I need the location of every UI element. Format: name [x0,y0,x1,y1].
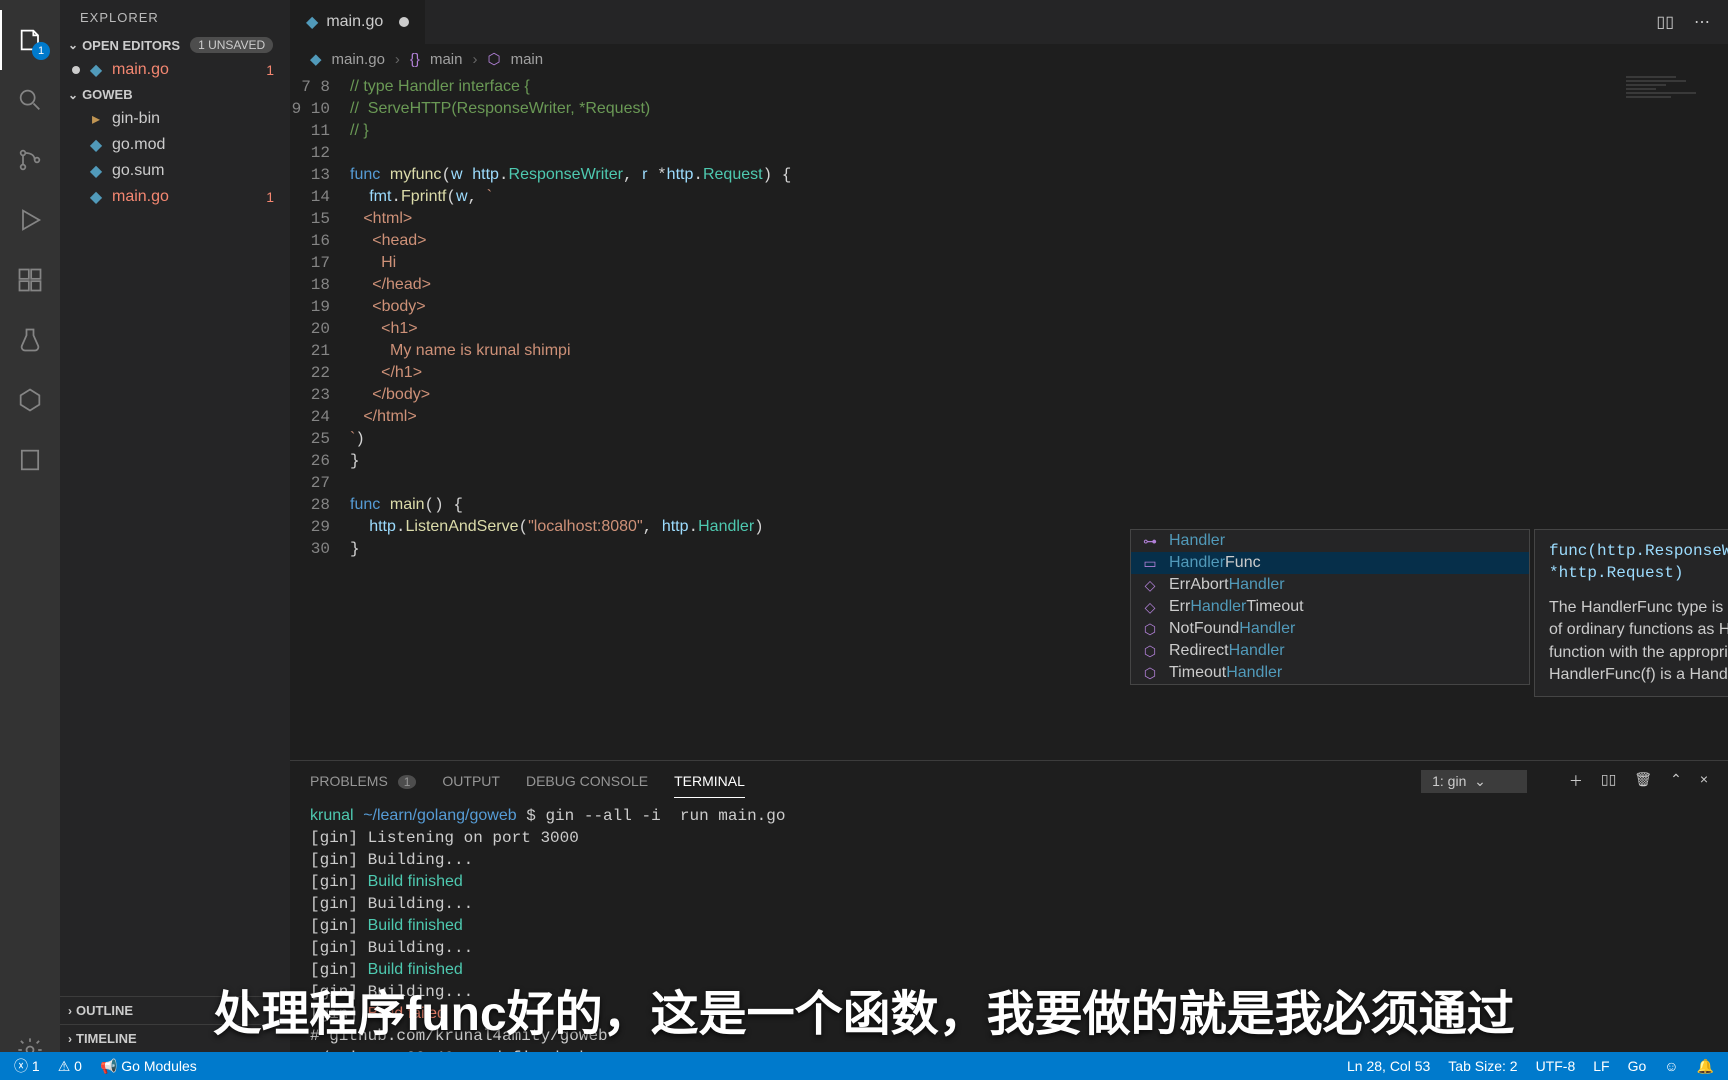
tab-terminal[interactable]: TERMINAL [674,765,745,798]
code-editor[interactable]: 7 8 9 10 11 12 13 14 15 16 17 18 19 20 2… [290,74,1728,760]
panel-tabs: PROBLEMS 1 OUTPUT DEBUG CONSOLE TERMINAL… [290,761,1728,801]
bookmark-icon[interactable] [0,430,60,490]
feedback-icon[interactable]: ☺ [1664,1058,1678,1074]
open-editor-item[interactable]: ◆main.go1 [60,57,290,83]
activity-bar: 1 [0,0,60,1080]
maximize-panel-icon[interactable]: ⌃ [1670,771,1682,791]
new-terminal-icon[interactable]: ＋ [1569,771,1583,791]
intellisense-popup[interactable]: ⊶Handler▭HandlerFunc◇ErrAbortHandler◇Err… [1130,529,1530,685]
suggestion-item[interactable]: ◇ErrAbortHandler [1131,574,1529,596]
language-status[interactable]: Go [1628,1058,1647,1074]
encoding-status[interactable]: UTF-8 [1536,1058,1576,1074]
source-control-icon[interactable] [0,130,60,190]
unsaved-badge: 1 UNSAVED [190,37,273,53]
chevron-down-icon: ⌄ [68,38,78,52]
chevron-right-icon: › [472,51,477,68]
tab-label: main.go [326,13,383,31]
tab-output[interactable]: OUTPUT [442,765,500,797]
go-file-icon: ◆ [310,50,322,68]
error-badge: 1 [266,62,282,78]
chevron-down-icon: ⌄ [68,88,78,102]
suggestion-item[interactable]: ⬡NotFoundHandler [1131,618,1529,640]
tab-debug-console[interactable]: DEBUG CONSOLE [526,765,648,797]
search-icon[interactable] [0,70,60,130]
tab-main-go[interactable]: ◆ main.go [290,0,425,44]
error-badge: 1 [266,189,282,205]
suggestion-item[interactable]: ▭HandlerFunc [1131,552,1529,574]
go-icon: ◆ [88,161,104,181]
go-file-icon: ◆ [88,60,104,80]
doc-signature: func(http.ResponseWriter, *http.Request) [1549,540,1728,585]
chevron-right-icon: › [68,1032,72,1046]
explorer-icon[interactable]: 1 [0,10,60,70]
file-tree-item[interactable]: ◆main.go1 [60,184,290,210]
editor-tabs: ◆ main.go ▯▯ ⋯ [290,0,1728,44]
open-editors-header[interactable]: ⌄ OPEN EDITORS 1 UNSAVED [60,33,290,57]
remote-icon[interactable] [0,370,60,430]
braces-icon: {} [410,51,420,68]
notifications-icon[interactable]: 🔔 [1697,1058,1714,1075]
symbol-icon: ⊶ [1141,533,1159,550]
suggestion-item[interactable]: ⊶Handler [1131,530,1529,552]
suggestion-item[interactable]: ⬡TimeoutHandler [1131,662,1529,684]
doc-body: The HandlerFunc type is an adapter to al… [1549,597,1728,687]
problems-count: 1 [398,775,417,789]
symbol-icon: ⬡ [1141,665,1159,682]
suggestion-item[interactable]: ◇ErrHandlerTimeout [1131,596,1529,618]
tab-problems[interactable]: PROBLEMS 1 [310,765,416,797]
indent-status[interactable]: Tab Size: 2 [1448,1058,1517,1074]
breadcrumbs[interactable]: ◆ main.go › {} main › ⬡ main [290,44,1728,74]
terminal-selector[interactable]: 1: gin ⌄ [1421,770,1527,793]
symbol-icon: ⬡ [1141,621,1159,638]
close-panel-icon[interactable]: × [1700,771,1708,791]
status-bar: ⓧ 1 ⚠ 0 📢 Go Modules Ln 28, Col 53 Tab S… [0,1052,1728,1080]
symbol-icon: ▭ [1141,555,1159,572]
extensions-icon[interactable] [0,250,60,310]
explorer-sidebar: EXPLORER ⌄ OPEN EDITORS 1 UNSAVED ◆main.… [60,0,290,1080]
symbol-icon: ⬡ [1141,643,1159,660]
symbol-icon: ◇ [1141,577,1159,594]
function-icon: ⬡ [487,50,500,68]
chevron-right-icon: › [395,51,400,68]
file-tree-item[interactable]: ◆go.mod [60,132,290,158]
file-tree-item[interactable]: ◆go.sum [60,158,290,184]
testing-icon[interactable] [0,310,60,370]
go-icon: ◆ [88,135,104,155]
split-editor-icon[interactable]: ▯▯ [1656,12,1674,32]
more-actions-icon[interactable]: ⋯ [1694,12,1710,32]
documentation-popup: × func(http.ResponseWriter, *http.Reques… [1534,529,1728,697]
kill-terminal-icon[interactable]: 🗑 [1634,771,1652,791]
suggestion-item[interactable]: ⬡RedirectHandler [1131,640,1529,662]
eol-status[interactable]: LF [1593,1058,1609,1074]
modified-dot-icon [72,66,80,74]
symbol-icon: ◇ [1141,599,1159,616]
warning-count[interactable]: ⚠ 0 [58,1058,82,1075]
sidebar-title: EXPLORER [60,0,290,33]
go-icon: ◆ [88,187,104,207]
split-terminal-icon[interactable]: ▯▯ [1601,771,1616,791]
folder-icon: ▸ [88,109,104,129]
explorer-badge: 1 [32,42,50,60]
modified-dot-icon [399,17,409,27]
cursor-position[interactable]: Ln 28, Col 53 [1347,1058,1430,1074]
editor-main: ◆ main.go ▯▯ ⋯ ◆ main.go › {} main › ⬡ m… [290,0,1728,1080]
error-count[interactable]: ⓧ 1 [14,1056,40,1076]
file-tree-item[interactable]: ▸gin-bin [60,106,290,132]
go-modules-status[interactable]: 📢 Go Modules [100,1058,197,1075]
run-debug-icon[interactable] [0,190,60,250]
line-gutter: 7 8 9 10 11 12 13 14 15 16 17 18 19 20 2… [290,74,350,760]
project-header[interactable]: ⌄ GOWEB [60,83,290,106]
go-file-icon: ◆ [306,12,318,32]
video-subtitle: 处理程序func好的，这是一个函数，我要做的就是我必须通过 [213,974,1514,1044]
chevron-right-icon: › [68,1004,72,1018]
